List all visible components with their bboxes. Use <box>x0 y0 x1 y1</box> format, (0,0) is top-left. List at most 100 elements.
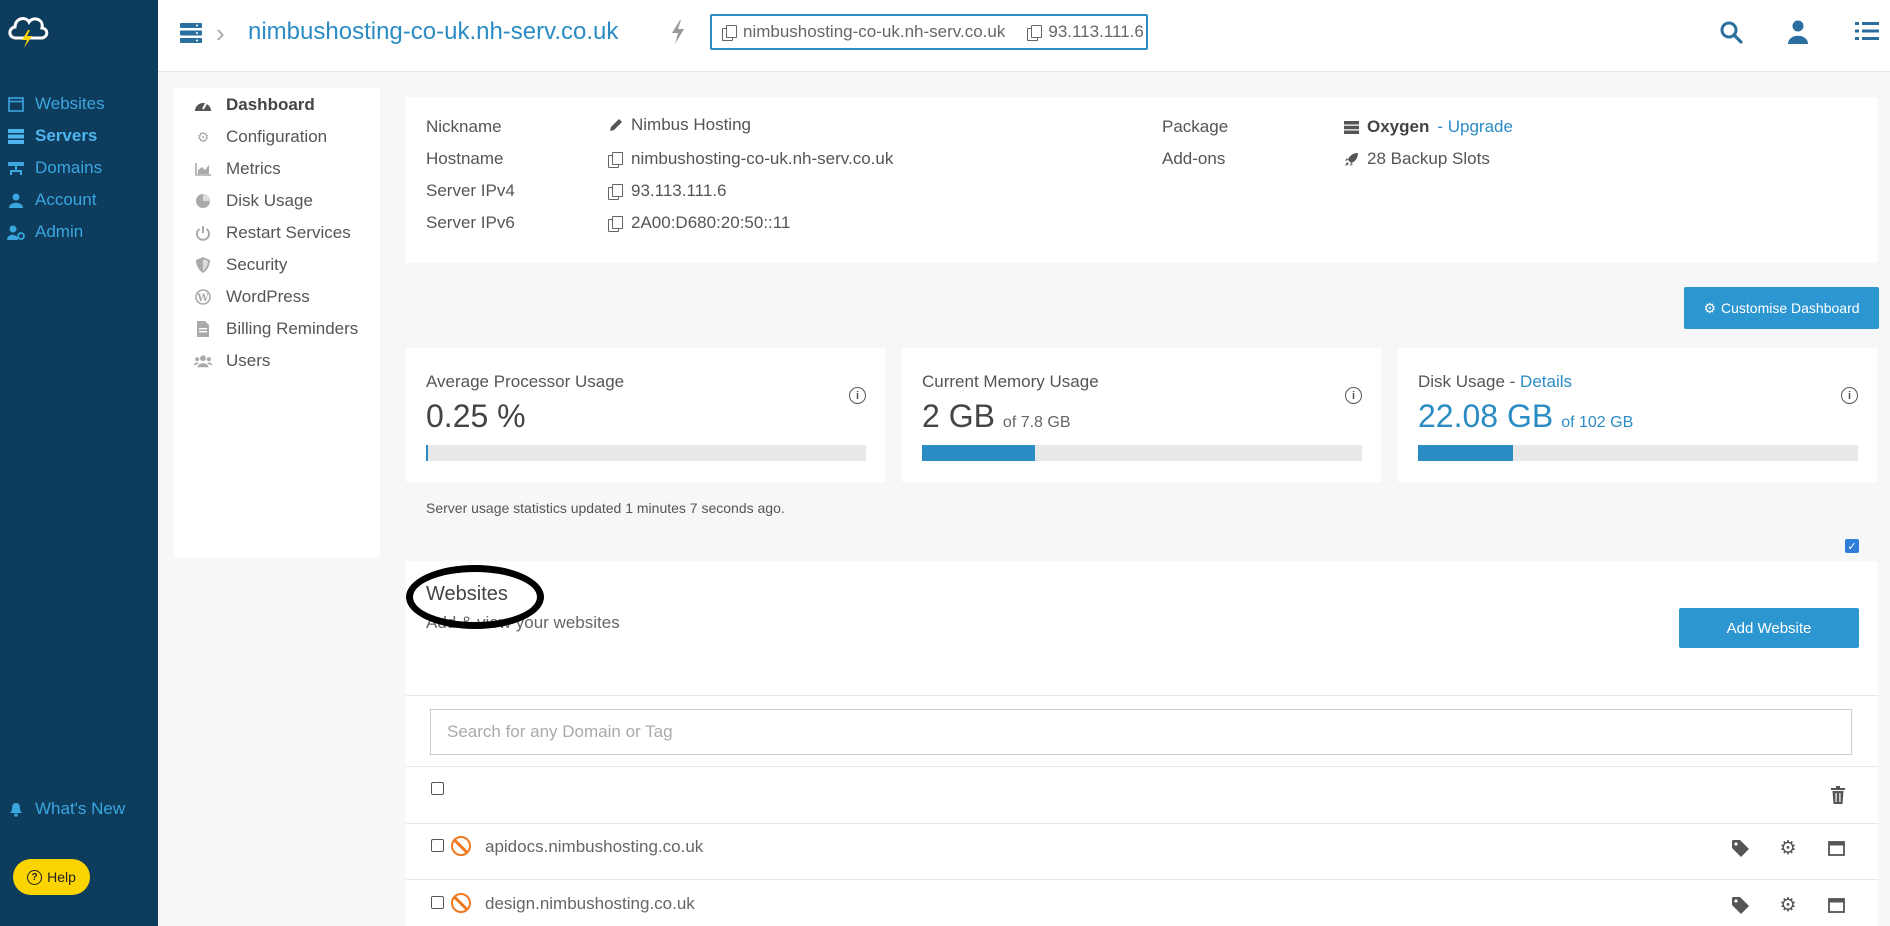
disk-usage-fill <box>1418 445 1514 461</box>
copy-icon <box>1027 24 1043 41</box>
addons-value: 28 Backup Slots <box>1344 149 1490 169</box>
stats-updated-note: Server usage statistics updated 1 minute… <box>426 500 785 516</box>
cpu-usage-bar <box>426 445 866 461</box>
subnav-disk-usage[interactable]: Disk Usage <box>194 188 313 214</box>
copy-icon <box>608 215 623 232</box>
cloud-logo-icon[interactable] <box>4 8 50 48</box>
ipv6-label: Server IPv6 <box>426 213 515 232</box>
nav-websites[interactable]: Websites <box>6 90 105 118</box>
subnav-restart-services[interactable]: Restart Services <box>194 220 351 246</box>
copy-ip[interactable]: 93.113.111.6 <box>1027 22 1144 42</box>
ipv6-value[interactable]: 2A00:D680:20:50::11 <box>608 213 790 233</box>
copy-hostname-text: nimbushosting-co-uk.nh-serv.co.uk <box>743 22 1006 41</box>
memory-usage-title: Current Memory Usage <box>922 372 1099 391</box>
ban-icon <box>451 836 471 856</box>
search-icon[interactable] <box>1719 20 1745 46</box>
nav-admin[interactable]: Admin <box>6 218 83 246</box>
help-label: Help <box>47 869 76 885</box>
subnav-dashboard[interactable]: Dashboard <box>194 92 315 118</box>
domain-link[interactable]: design.nimbushosting.co.uk <box>485 894 695 914</box>
subnav-billing-reminders-label: Billing Reminders <box>226 319 359 338</box>
cpu-usage-card: Average Processor Usage i 0.25 % <box>406 348 885 482</box>
add-website-button[interactable]: Add Website <box>1679 608 1859 648</box>
subnav-configuration[interactable]: ⚙ Configuration <box>194 124 327 150</box>
trash-icon[interactable] <box>1827 784 1849 806</box>
subnav-security-label: Security <box>226 255 288 274</box>
subnav-security[interactable]: Security <box>194 252 287 278</box>
disk-usage-title-text: Disk Usage - <box>1418 372 1516 391</box>
addons-label: Add-ons <box>1162 149 1226 168</box>
top-bar: › nimbushosting-co-uk.nh-serv.co.uk nimb… <box>158 0 1890 72</box>
invoice-icon <box>194 320 212 338</box>
tag-icon[interactable] <box>1729 894 1751 916</box>
nav-servers[interactable]: Servers <box>6 122 97 150</box>
disk-details-link[interactable]: Details <box>1520 372 1572 391</box>
subnav-users[interactable]: Users <box>194 348 270 374</box>
hostname-value[interactable]: nimbushosting-co-uk.nh-serv.co.uk <box>608 149 893 169</box>
select-all-checkbox[interactable] <box>431 782 444 795</box>
user-cog-icon <box>6 222 26 242</box>
info-icon[interactable]: i <box>1841 387 1858 404</box>
server-info-panel: Nickname Nimbus Hosting Hostname nimbush… <box>406 97 1878 263</box>
copy-icon <box>722 24 737 41</box>
cpu-usage-value: 0.25 % <box>426 398 526 434</box>
browser-icon <box>6 94 26 114</box>
copy-ip-text: 93.113.111.6 <box>1048 22 1144 41</box>
pencil-icon <box>608 118 623 132</box>
server-list-icon[interactable] <box>180 22 202 44</box>
divider <box>406 766 1878 767</box>
chevron-right-icon: › <box>216 18 225 48</box>
row-checkbox[interactable] <box>431 896 444 909</box>
subnav-restart-services-label: Restart Services <box>226 223 351 242</box>
domain-link[interactable]: apidocs.nimbushosting.co.uk <box>485 837 703 857</box>
copy-icon <box>608 151 623 168</box>
window-icon[interactable] <box>1825 894 1847 916</box>
server-icon <box>6 126 26 146</box>
help-button[interactable]: ? Help <box>13 859 90 895</box>
nav-account[interactable]: Account <box>6 186 96 214</box>
gear-icon[interactable]: ⚙ <box>1777 894 1799 916</box>
hostname-label: Hostname <box>426 149 504 168</box>
server-stack-icon <box>1344 120 1359 134</box>
bolt-icon[interactable] <box>670 20 686 51</box>
nav-servers-label: Servers <box>35 126 98 145</box>
user-icon[interactable] <box>1787 20 1813 46</box>
disk-usage-bar <box>1418 445 1858 461</box>
window-icon[interactable] <box>1825 837 1847 859</box>
memory-usage-fill <box>922 445 1035 461</box>
settings-checkbox[interactable]: ✓ <box>1845 539 1859 553</box>
info-icon[interactable]: i <box>849 387 866 404</box>
memory-usage-card: Current Memory Usage i 2 GB of 7.8 GB <box>902 348 1381 482</box>
tag-icon[interactable] <box>1729 837 1751 859</box>
nav-whats-new[interactable]: What's New <box>6 795 125 823</box>
nav-whats-new-label: What's New <box>35 799 126 818</box>
hostname-text: nimbushosting-co-uk.nh-serv.co.uk <box>631 149 894 168</box>
nav-domains[interactable]: Domains <box>6 154 102 182</box>
bell-icon <box>6 799 26 819</box>
chart-area-icon <box>194 160 212 178</box>
pie-chart-icon <box>194 192 212 210</box>
disk-total: of 102 GB <box>1561 414 1634 431</box>
copy-hostname[interactable]: nimbushosting-co-uk.nh-serv.co.uk <box>722 22 1005 42</box>
shield-icon <box>194 256 212 274</box>
subnav-dashboard-label: Dashboard <box>226 95 315 114</box>
nickname-value[interactable]: Nimbus Hosting <box>608 115 751 135</box>
customise-dashboard-button[interactable]: ⚙ Customise Dashboard <box>1684 287 1879 329</box>
nav-admin-label: Admin <box>35 222 84 241</box>
gear-icon[interactable]: ⚙ <box>1777 837 1799 859</box>
subnav-wordpress[interactable]: W WordPress <box>194 284 310 310</box>
memory-used: 2 GB <box>922 398 995 434</box>
upgrade-link[interactable]: - Upgrade <box>1437 117 1513 137</box>
row-checkbox[interactable] <box>431 839 444 852</box>
subnav-metrics[interactable]: Metrics <box>194 156 281 182</box>
gear-icon: ⚙ <box>1703 299 1717 316</box>
divider <box>406 879 1878 880</box>
ipv6-text: 2A00:D680:20:50::11 <box>631 213 791 232</box>
ipv4-value[interactable]: 93.113.111.6 <box>608 181 726 201</box>
info-icon[interactable]: i <box>1345 387 1362 404</box>
domain-search-input[interactable] <box>430 709 1852 755</box>
subnav-billing-reminders[interactable]: Billing Reminders <box>194 316 358 342</box>
package-value: Oxygen - Upgrade <box>1344 117 1513 137</box>
package-label: Package <box>1162 117 1229 136</box>
list-menu-icon[interactable] <box>1855 20 1881 46</box>
